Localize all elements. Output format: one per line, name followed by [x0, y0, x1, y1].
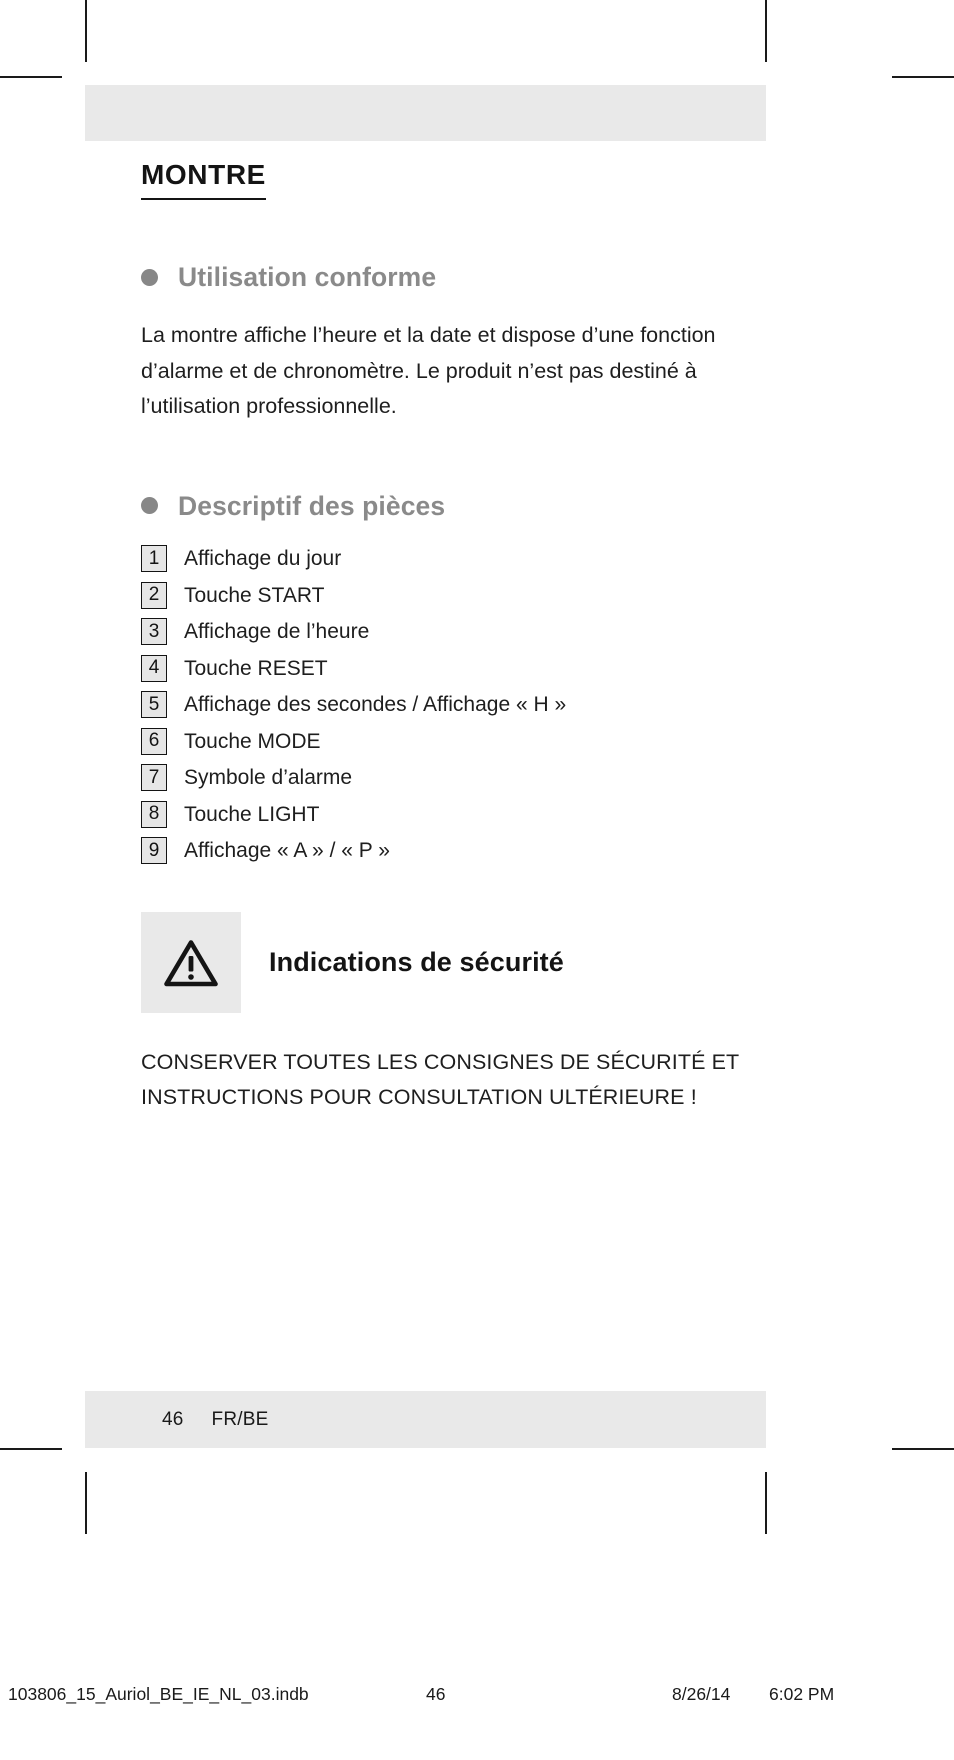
list-item: 7 Symbole d’alarme — [141, 764, 766, 792]
slug-page-number: 46 — [426, 1684, 446, 1704]
part-label: Symbole d’alarme — [184, 766, 353, 790]
crop-mark-right-bottom — [892, 1448, 954, 1450]
slug-filename: 103806_15_Auriol_BE_IE_NL_03.indb — [8, 1684, 309, 1704]
footer-page-number: 46 — [162, 1408, 184, 1430]
part-label: Affichage du jour — [184, 547, 342, 571]
part-number-box: 9 — [141, 837, 167, 865]
list-item: 8 Touche LIGHT — [141, 800, 766, 828]
part-label: Affichage de l’heure — [184, 620, 370, 644]
slug-date: 8/26/14 — [672, 1684, 731, 1704]
crop-mark-left-top — [0, 76, 62, 78]
list-item: 1 Affichage du jour — [141, 545, 766, 573]
footer-locale: FR/BE — [211, 1408, 269, 1430]
crop-mark-right-top — [892, 76, 954, 78]
list-item: 9 Affichage « A » / « P » — [141, 837, 766, 865]
part-label: Touche START — [184, 583, 325, 607]
header-band — [85, 85, 766, 141]
part-number-box: 4 — [141, 654, 167, 682]
list-item: 2 Touche START — [141, 581, 766, 609]
page-content: MONTRE Utilisation conforme La montre af… — [141, 159, 766, 1115]
part-number-box: 7 — [141, 764, 167, 792]
intended-use-paragraph: La montre affiche l’heure et la date et … — [141, 323, 716, 419]
part-number-box: 5 — [141, 691, 167, 719]
list-item: 6 Touche MODE — [141, 727, 766, 755]
section-title-text: Descriptif des pièces — [178, 490, 446, 521]
slug-time: 6:02 PM — [769, 1684, 835, 1704]
part-label: Touche LIGHT — [184, 802, 320, 826]
filled-circle-bullet-icon — [141, 268, 158, 286]
section-title-text: Utilisation conforme — [178, 261, 437, 292]
part-number-box: 3 — [141, 618, 167, 646]
safety-heading-text: Indications de sécurité — [269, 947, 564, 978]
part-number-box: 8 — [141, 800, 167, 828]
warning-triangle-icon — [141, 912, 241, 1014]
part-label: Affichage des secondes / Affichage « H » — [184, 693, 567, 717]
part-label: Touche MODE — [184, 729, 321, 753]
list-item: 3 Affichage de l’heure — [141, 618, 766, 646]
page-title: MONTRE — [141, 159, 266, 200]
parts-list: 1 Affichage du jour 2 Touche START 3 Aff… — [141, 545, 766, 865]
list-item: 4 Touche RESET — [141, 654, 766, 682]
section-heading-utilisation-conforme: Utilisation conforme — [141, 262, 766, 292]
safety-heading-row: Indications de sécurité — [141, 912, 766, 1014]
page-footer: 46 FR/BE — [85, 1391, 766, 1448]
part-label: Affichage « A » / « P » — [184, 839, 390, 863]
crop-mark-left-bottom — [0, 1448, 62, 1450]
list-item: 5 Affichage des secondes / Affichage « H… — [141, 691, 766, 719]
filled-circle-bullet-icon — [141, 497, 158, 515]
safety-instructions-text: CONSERVER TOUTES LES CONSIGNES DE SÉCURI… — [141, 1050, 739, 1109]
part-label: Touche RESET — [184, 656, 328, 680]
section-heading-descriptif-des-pieces: Descriptif des pièces — [141, 491, 766, 521]
document-page: 46 FR/BE MONTRE Utilisation conforme La … — [85, 0, 766, 1760]
part-number-box: 2 — [141, 581, 167, 609]
part-number-box: 6 — [141, 727, 167, 755]
part-number-box: 1 — [141, 545, 167, 573]
